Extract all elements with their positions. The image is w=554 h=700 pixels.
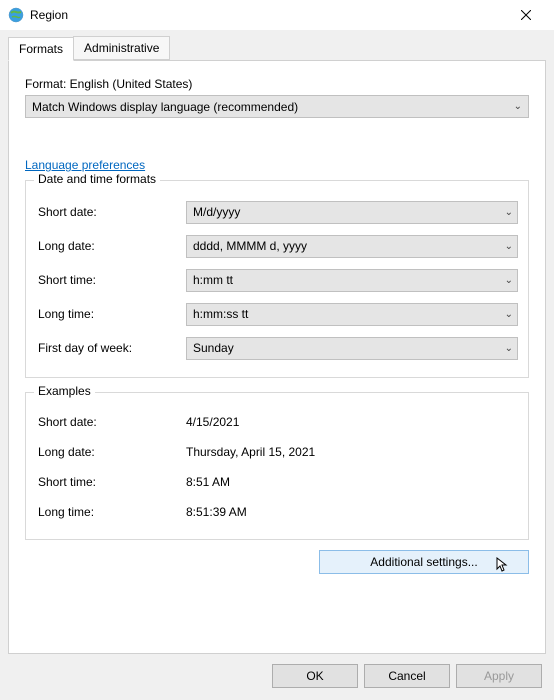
long-date-select[interactable]: dddd, MMMM d, yyyy ⌄ — [186, 235, 518, 258]
first-day-select[interactable]: Sunday ⌄ — [186, 337, 518, 360]
short-date-label: Short date: — [36, 205, 186, 219]
date-time-formats-group: Date and time formats Short date: M/d/yy… — [25, 180, 529, 378]
example-long-date-label: Long date: — [36, 445, 186, 459]
example-short-date-label: Short date: — [36, 415, 186, 429]
example-long-time-label: Long time: — [36, 505, 186, 519]
short-date-value: M/d/yyyy — [193, 205, 240, 219]
example-short-date: Short date: 4/15/2021 — [36, 409, 518, 435]
close-icon — [521, 10, 531, 20]
example-short-time-label: Short time: — [36, 475, 186, 489]
example-short-time-value: 8:51 AM — [186, 475, 518, 489]
long-time-select[interactable]: h:mm:ss tt ⌄ — [186, 303, 518, 326]
chevron-down-icon: ⌄ — [505, 275, 513, 286]
format-label: Format: English (United States) — [25, 77, 529, 91]
examples-legend: Examples — [38, 384, 91, 398]
short-time-select[interactable]: h:mm tt ⌄ — [186, 269, 518, 292]
additional-settings-row: Additional settings... — [25, 550, 529, 574]
date-time-formats-legend: Date and time formats — [38, 172, 156, 186]
example-short-date-value: 4/15/2021 — [186, 415, 518, 429]
row-short-date: Short date: M/d/yyyy ⌄ — [36, 197, 518, 227]
examples-group: Examples Short date: 4/15/2021 Long date… — [25, 392, 529, 540]
dialog-button-bar: OK Cancel Apply — [0, 654, 554, 700]
chevron-down-icon: ⌄ — [505, 241, 513, 252]
titlebar: Region — [0, 0, 554, 30]
tab-administrative[interactable]: Administrative — [73, 36, 170, 60]
short-time-label: Short time: — [36, 273, 186, 287]
example-long-date: Long date: Thursday, April 15, 2021 — [36, 439, 518, 465]
content-area: Formats Administrative Format: English (… — [0, 30, 554, 654]
example-long-time-value: 8:51:39 AM — [186, 505, 518, 519]
window-title: Region — [30, 8, 506, 22]
region-dialog: Region Formats Administrative Format: En… — [0, 0, 554, 700]
row-short-time: Short time: h:mm tt ⌄ — [36, 265, 518, 295]
chevron-down-icon: ⌄ — [505, 207, 513, 218]
row-long-date: Long date: dddd, MMMM d, yyyy ⌄ — [36, 231, 518, 261]
example-long-date-value: Thursday, April 15, 2021 — [186, 445, 518, 459]
language-preferences-link[interactable]: Language preferences — [25, 158, 529, 172]
example-long-time: Long time: 8:51:39 AM — [36, 499, 518, 525]
close-button[interactable] — [506, 1, 546, 29]
chevron-down-icon: ⌄ — [505, 343, 513, 354]
apply-button[interactable]: Apply — [456, 664, 542, 688]
first-day-label: First day of week: — [36, 341, 186, 355]
tab-strip: Formats Administrative — [8, 36, 546, 60]
chevron-down-icon: ⌄ — [514, 101, 522, 112]
example-short-time: Short time: 8:51 AM — [36, 469, 518, 495]
cancel-button[interactable]: Cancel — [364, 664, 450, 688]
tab-panel-formats: Format: English (United States) Match Wi… — [8, 60, 546, 654]
ok-button[interactable]: OK — [272, 664, 358, 688]
long-date-value: dddd, MMMM d, yyyy — [193, 239, 307, 253]
short-date-select[interactable]: M/d/yyyy ⌄ — [186, 201, 518, 224]
long-time-label: Long time: — [36, 307, 186, 321]
long-time-value: h:mm:ss tt — [193, 307, 248, 321]
long-date-label: Long date: — [36, 239, 186, 253]
chevron-down-icon: ⌄ — [505, 309, 513, 320]
format-dropdown[interactable]: Match Windows display language (recommen… — [25, 95, 529, 118]
globe-icon — [8, 7, 24, 23]
row-first-day: First day of week: Sunday ⌄ — [36, 333, 518, 363]
first-day-value: Sunday — [193, 341, 234, 355]
format-dropdown-value: Match Windows display language (recommen… — [32, 100, 298, 114]
additional-settings-button[interactable]: Additional settings... — [319, 550, 529, 574]
row-long-time: Long time: h:mm:ss tt ⌄ — [36, 299, 518, 329]
cursor-icon — [496, 557, 512, 573]
short-time-value: h:mm tt — [193, 273, 233, 287]
tab-formats[interactable]: Formats — [8, 37, 74, 61]
